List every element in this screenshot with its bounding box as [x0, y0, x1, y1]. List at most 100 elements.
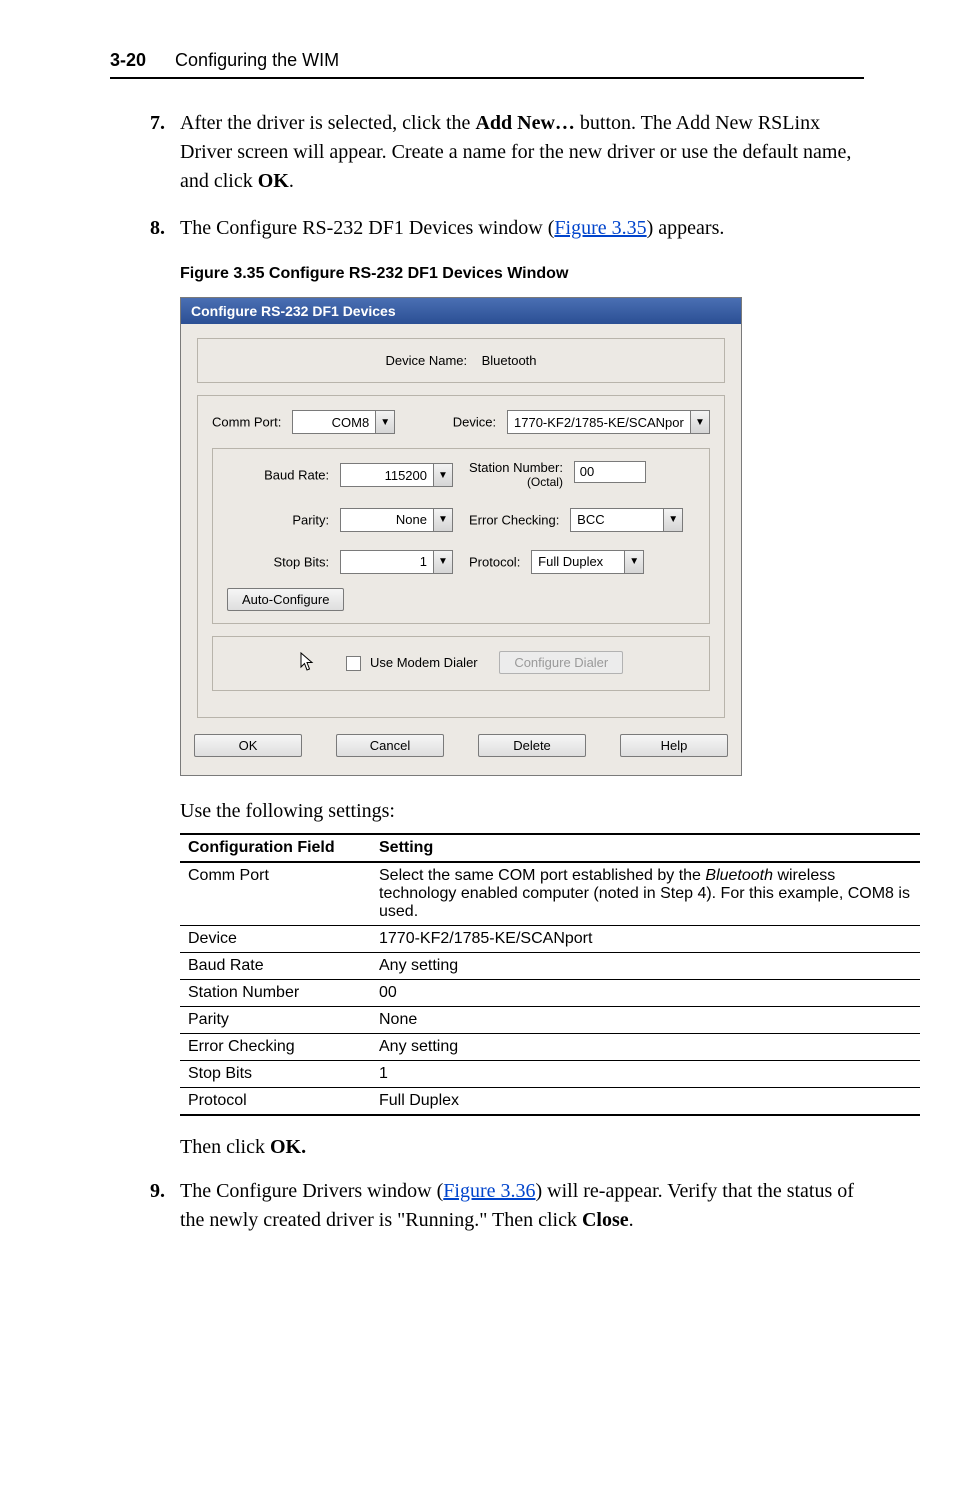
- inner-settings-group: Baud Rate: 115200 ▼ Station Number: (Oct…: [212, 448, 710, 624]
- config-dialog: Configure RS-232 DF1 Devices Device Name…: [180, 297, 742, 776]
- step-number: 9.: [150, 1177, 180, 1235]
- chevron-down-icon: ▼: [433, 551, 452, 573]
- comm-port-label: Comm Port:: [212, 415, 281, 430]
- step-9: 9. The Configure Drivers window (Figure …: [150, 1177, 864, 1235]
- text: .: [629, 1209, 634, 1231]
- text: ) appears.: [647, 217, 725, 239]
- chevron-down-icon: ▼: [433, 509, 452, 531]
- cancel-button[interactable]: Cancel: [336, 734, 444, 757]
- device-select[interactable]: 1770-KF2/1785-KE/SCANpor ▼: [507, 410, 710, 434]
- page-number: 3-20: [110, 50, 146, 70]
- step-7: 7. After the driver is selected, click t…: [150, 109, 864, 196]
- station-number-label: Station Number:: [469, 460, 563, 475]
- bold-ok: OK.: [270, 1136, 306, 1158]
- error-checking-label: Error Checking:: [469, 512, 559, 527]
- step-8: 8. The Configure RS-232 DF1 Devices wind…: [150, 214, 864, 243]
- cell-setting: 1: [371, 1060, 920, 1087]
- station-number-sublabel: (Octal): [527, 475, 563, 489]
- cell-field: Baud Rate: [180, 952, 371, 979]
- table-row: Baud Rate Any setting: [180, 952, 920, 979]
- parity-value: None: [341, 512, 433, 527]
- error-checking-select[interactable]: BCC ▼: [570, 508, 683, 532]
- dialog-button-row: OK Cancel Delete Help: [197, 730, 725, 761]
- baud-rate-select[interactable]: 115200 ▼: [340, 463, 453, 487]
- chevron-down-icon: ▼: [375, 411, 394, 433]
- chevron-down-icon: ▼: [690, 411, 709, 433]
- station-number-input[interactable]: 00: [574, 461, 646, 483]
- device-value: 1770-KF2/1785-KE/SCANpor: [508, 415, 690, 430]
- table-row: Protocol Full Duplex: [180, 1087, 920, 1115]
- text: .: [289, 170, 294, 192]
- protocol-select[interactable]: Full Duplex ▼: [531, 550, 644, 574]
- text: Select the same COM port established by …: [379, 867, 705, 884]
- cell-field: Parity: [180, 1006, 371, 1033]
- cell-setting: 00: [371, 979, 920, 1006]
- cell-field: Station Number: [180, 979, 371, 1006]
- baud-rate-value: 115200: [341, 468, 433, 483]
- table-row: Device 1770-KF2/1785-KE/SCANport: [180, 925, 920, 952]
- step-text: After the driver is selected, click the …: [180, 109, 864, 196]
- cell-setting: None: [371, 1006, 920, 1033]
- table-row: Comm Port Select the same COM port estab…: [180, 862, 920, 926]
- page-title: Configuring the WIM: [175, 50, 339, 70]
- use-modem-checkbox[interactable]: [346, 656, 361, 671]
- auto-configure-button[interactable]: Auto-Configure: [227, 588, 344, 611]
- configure-dialer-button: Configure Dialer: [499, 651, 623, 674]
- table-row: Parity None: [180, 1006, 920, 1033]
- delete-button[interactable]: Delete: [478, 734, 586, 757]
- chevron-down-icon: ▼: [663, 509, 682, 531]
- cell-field: Protocol: [180, 1087, 371, 1115]
- figure-link[interactable]: Figure 3.36: [443, 1180, 535, 1202]
- table-row: Stop Bits 1: [180, 1060, 920, 1087]
- stop-bits-value: 1: [341, 554, 433, 569]
- use-following-text: Use the following settings:: [180, 800, 864, 823]
- settings-table: Configuration Field Setting Comm Port Se…: [180, 833, 920, 1116]
- protocol-value: Full Duplex: [532, 554, 624, 569]
- main-settings-group: Comm Port: COM8 ▼ Device: 1770-KF2/1785-…: [197, 395, 725, 718]
- step-number: 7.: [150, 109, 180, 196]
- dialog-titlebar: Configure RS-232 DF1 Devices: [181, 298, 741, 324]
- table-row: Error Checking Any setting: [180, 1033, 920, 1060]
- cell-setting: 1770-KF2/1785-KE/SCANport: [371, 925, 920, 952]
- page-header: 3-20 Configuring the WIM: [110, 50, 864, 79]
- cell-field: Device: [180, 925, 371, 952]
- device-label: Device:: [453, 415, 496, 430]
- device-name-label: Device Name:: [385, 353, 467, 368]
- protocol-label: Protocol:: [469, 554, 520, 569]
- cell-field: Stop Bits: [180, 1060, 371, 1087]
- cell-setting: Any setting: [371, 1033, 920, 1060]
- step-text: The Configure RS-232 DF1 Devices window …: [180, 214, 864, 243]
- help-button[interactable]: Help: [620, 734, 728, 757]
- cell-setting: Full Duplex: [371, 1087, 920, 1115]
- parity-select[interactable]: None ▼: [340, 508, 453, 532]
- bold-ok: OK: [258, 170, 289, 192]
- parity-label: Parity:: [292, 512, 329, 527]
- ok-button[interactable]: OK: [194, 734, 302, 757]
- text: The Configure Drivers window (: [180, 1180, 443, 1202]
- cell-setting: Any setting: [371, 952, 920, 979]
- device-name-value: Bluetooth: [482, 353, 537, 368]
- bold-add-new: Add New…: [475, 112, 574, 134]
- cell-field: Error Checking: [180, 1033, 371, 1060]
- cell-field: Comm Port: [180, 862, 371, 926]
- comm-port-value: COM8: [293, 415, 375, 430]
- comm-port-select[interactable]: COM8 ▼: [292, 410, 395, 434]
- figure-caption: Figure 3.35 Configure RS-232 DF1 Devices…: [180, 265, 864, 283]
- text: After the driver is selected, click the: [180, 112, 475, 134]
- error-checking-value: BCC: [571, 512, 663, 527]
- bold-close: Close: [582, 1209, 629, 1231]
- text: Then click: [180, 1136, 270, 1158]
- stop-bits-select[interactable]: 1 ▼: [340, 550, 453, 574]
- device-name-group: Device Name: Bluetooth: [197, 338, 725, 383]
- step-text: The Configure Drivers window (Figure 3.3…: [180, 1177, 864, 1235]
- chevron-down-icon: ▼: [624, 551, 643, 573]
- figure-link[interactable]: Figure 3.35: [554, 217, 646, 239]
- comm-port-row: Comm Port: COM8 ▼: [212, 410, 395, 434]
- use-modem-label: Use Modem Dialer: [370, 655, 478, 670]
- step-number: 8.: [150, 214, 180, 243]
- stop-bits-label: Stop Bits:: [274, 554, 330, 569]
- italic-text: Bluetooth: [705, 867, 773, 884]
- baud-rate-label: Baud Rate:: [264, 468, 329, 483]
- text: The Configure RS-232 DF1 Devices window …: [180, 217, 554, 239]
- cell-setting: Select the same COM port established by …: [371, 862, 920, 926]
